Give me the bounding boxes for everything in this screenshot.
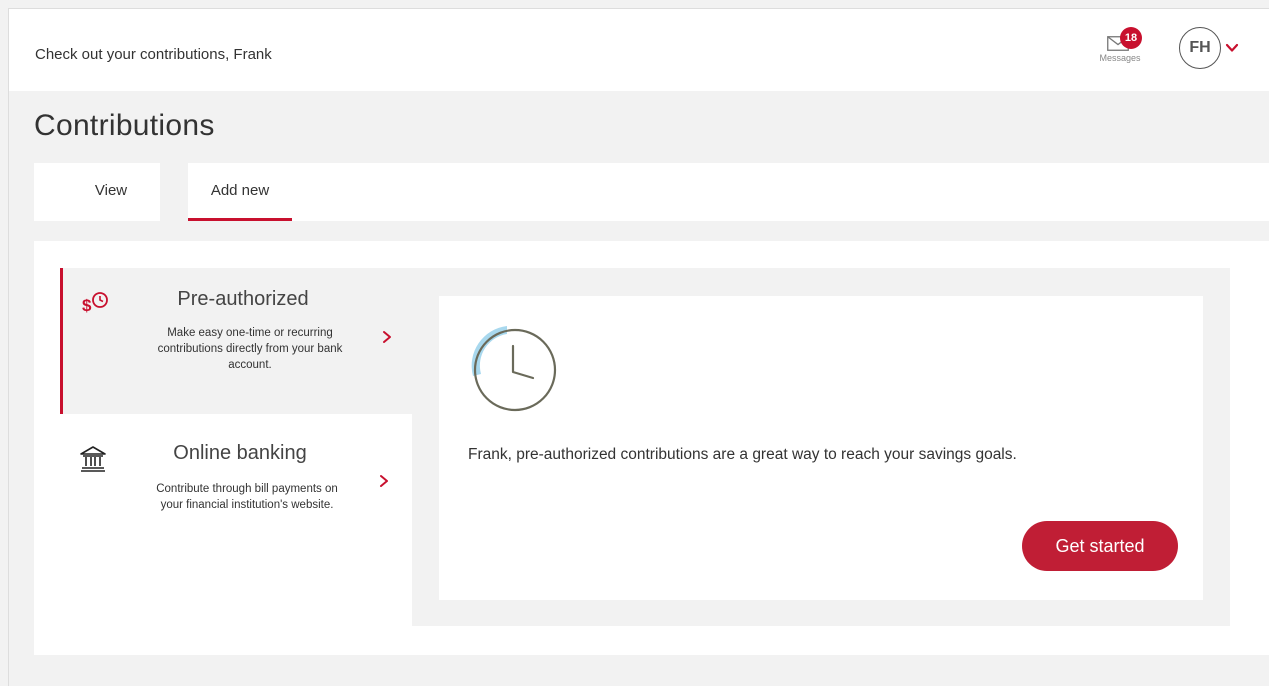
option-online-banking[interactable]: Online banking Contribute through bill p…: [60, 414, 412, 626]
detail-panel: Frank, pre-authorized contributions are …: [439, 296, 1203, 600]
messages-button[interactable]: 18 Messages: [1091, 26, 1151, 76]
greeting-text: Check out your contributions, Frank: [35, 46, 272, 63]
option-pre-authorized[interactable]: $ Pre-authorized Make easy one-time or r…: [60, 268, 412, 414]
tab-add-new[interactable]: Add new: [188, 163, 292, 221]
option-title: Online banking: [173, 442, 307, 464]
tab-separator: [160, 163, 188, 221]
avatar[interactable]: FH: [1179, 27, 1221, 69]
get-started-button[interactable]: Get started: [1022, 521, 1178, 571]
chevron-right-icon: [380, 475, 388, 487]
option-description: Make easy one-time or recurring contribu…: [157, 327, 343, 371]
detail-message: Frank, pre-authorized contributions are …: [468, 446, 1017, 463]
chevron-right-icon: [383, 331, 391, 343]
tab-bar: View Add new: [34, 163, 1269, 221]
chevron-down-icon[interactable]: [1225, 41, 1239, 55]
clock-icon: [471, 326, 557, 412]
top-bar: Check out your contributions, Frank 18 M…: [9, 9, 1269, 91]
dollar-clock-icon: $: [82, 292, 108, 315]
contribution-methods-card: $ Pre-authorized Make easy one-time or r…: [34, 241, 1269, 655]
option-description: Contribute through bill payments on your…: [156, 483, 338, 511]
app-frame: Check out your contributions, Frank 18 M…: [8, 8, 1269, 686]
messages-label: Messages: [1099, 53, 1141, 63]
option-title: Pre-authorized: [177, 288, 309, 310]
bank-icon: [80, 446, 106, 472]
page-title: Contributions: [34, 109, 215, 142]
messages-count-badge: 18: [1120, 27, 1142, 49]
svg-text:$: $: [82, 296, 92, 315]
